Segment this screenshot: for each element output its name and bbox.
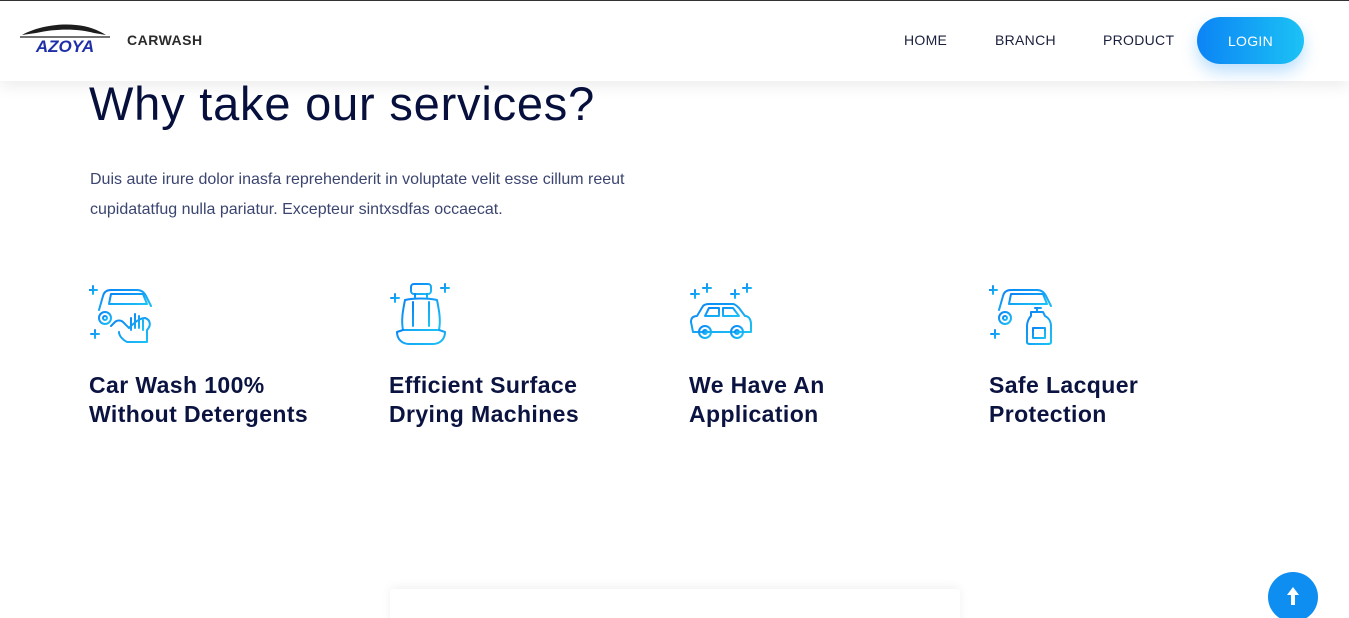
feature-title: Efficient Surface Drying Machines (389, 372, 580, 427)
brand-name: CARWASH (127, 32, 203, 48)
feature-card: Safe Lacquer Protection (989, 282, 1249, 429)
feature-card: Car Wash 100% Without Detergents (89, 282, 349, 429)
nav-product[interactable]: PRODUCT (1103, 32, 1174, 48)
car-wash-hand-icon (89, 285, 152, 343)
feature-card: We Have An Application (689, 282, 949, 429)
content-card (390, 589, 960, 618)
feature-title: Car Wash 100% Without Detergents (89, 372, 309, 427)
arrow-up-icon (1287, 587, 1299, 605)
feature-title: Safe Lacquer Protection (989, 372, 1139, 427)
nav-branch[interactable]: BRANCH (995, 32, 1056, 48)
logo-text: AZOYA (35, 37, 94, 56)
navbar: AZOYA CARWASH HOME BRANCH PRODUCT LOGIN (0, 1, 1349, 81)
login-button[interactable]: LOGIN (1197, 17, 1304, 64)
feature-title: We Have An Application (689, 372, 825, 427)
section-title: Why take our services? (89, 77, 596, 130)
car-spray-bottle-icon (989, 285, 1052, 345)
scroll-to-top-button[interactable] (1268, 572, 1318, 618)
logo[interactable]: AZOYA (18, 21, 112, 57)
car-sparkle-icon (689, 283, 753, 345)
feature-card: Efficient Surface Drying Machines (389, 282, 649, 429)
car-seat-icon (390, 283, 450, 345)
section-description: Duis aute irure dolor inasfa reprehender… (90, 171, 625, 218)
nav-home[interactable]: HOME (904, 32, 947, 48)
